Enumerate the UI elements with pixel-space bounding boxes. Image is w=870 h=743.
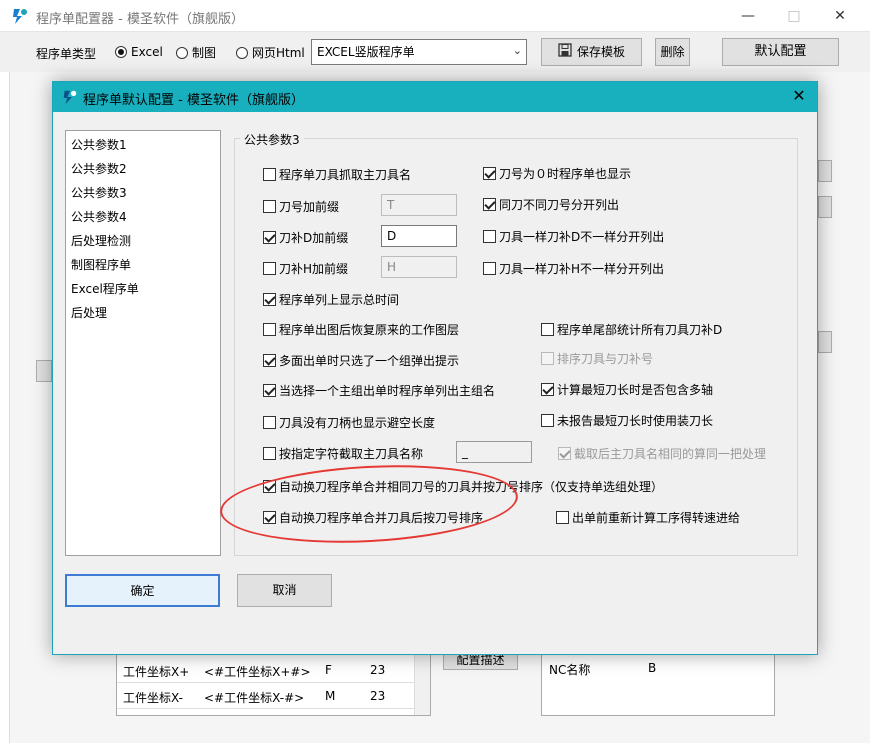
cb-single-main-group[interactable]: 当选择一个主组出单时程序单列出主组名 xyxy=(263,382,495,399)
radio-html[interactable]: 网页Html xyxy=(236,44,305,61)
nav-item-postprocess[interactable]: 后处理 xyxy=(71,304,107,321)
nav-item-postcheck[interactable]: 后处理检测 xyxy=(71,232,131,249)
checkbox-icon[interactable] xyxy=(558,447,571,460)
chevron-down-icon[interactable]: ⌄ xyxy=(513,44,522,57)
default-config-button[interactable]: 默认配置 xyxy=(722,38,839,66)
cb-merge-sort-after[interactable]: 自动换刀程序单合并刀具后按刀号排序 xyxy=(263,509,483,526)
radio-drawing[interactable]: 制图 xyxy=(176,44,216,61)
checkbox-icon[interactable] xyxy=(541,383,554,396)
checkbox-icon[interactable] xyxy=(263,447,276,460)
side-button[interactable] xyxy=(818,331,832,353)
cb-truncate-same-name[interactable]: 截取后主刀具名相同的算同一把处理 xyxy=(558,445,766,462)
cb-same-tool-diff-num-split[interactable]: 同刀不同刀号分开列出 xyxy=(483,196,619,213)
minimize-icon[interactable]: — xyxy=(736,6,760,26)
checkbox-icon[interactable] xyxy=(263,354,276,367)
dialog-title: 程序单默认配置 - 模圣软件（旗舰版） xyxy=(83,93,304,108)
delete-button[interactable]: 删除 xyxy=(655,38,690,66)
checkbox-icon[interactable] xyxy=(263,200,276,213)
checkbox-icon[interactable] xyxy=(263,293,276,306)
checkbox-icon[interactable] xyxy=(263,231,276,244)
cb-no-shortest-use-install[interactable]: 未报告最短刀长时使用装刀长 xyxy=(541,412,713,429)
cb-recalc-spindle-feed[interactable]: 出单前重新计算工序得转速进给 xyxy=(556,509,740,526)
tool-d-prefix-input[interactable]: D xyxy=(381,225,457,247)
side-button[interactable] xyxy=(818,160,832,182)
side-button[interactable] xyxy=(818,196,832,218)
radio-html-icon[interactable] xyxy=(236,46,248,59)
checkbox-icon[interactable] xyxy=(541,323,554,336)
cb-same-tool-diff-h-split[interactable]: 刀具一样刀补H不一样分开列出 xyxy=(483,260,664,277)
cb-show-total-time[interactable]: 程序单列上显示总时间 xyxy=(263,291,399,308)
default-config-dialog: 程序单默认配置 - 模圣软件（旗舰版） ✕ 公共参数1 公共参数2 公共参数3 … xyxy=(52,81,818,655)
nc-name-label: NC名称 xyxy=(549,663,591,677)
checkbox-icon[interactable] xyxy=(541,352,554,365)
checkbox-icon[interactable] xyxy=(263,168,276,181)
checkbox-icon[interactable] xyxy=(483,198,496,211)
main-window-title: 程序单配置器 - 模圣软件（旗舰版） xyxy=(36,12,244,27)
checkbox-icon[interactable] xyxy=(541,414,554,427)
cb-tool-name-from-main[interactable]: 程序单刀具抓取主刀具名 xyxy=(263,166,411,183)
checkbox-icon[interactable] xyxy=(263,262,276,275)
nav-item-common1[interactable]: 公共参数1 xyxy=(71,136,127,153)
side-button[interactable] xyxy=(36,360,52,382)
cb-shortest-tool-multi-axis[interactable]: 计算最短刀长时是否包含多轴 xyxy=(541,381,713,398)
dialog-close-icon[interactable]: ✕ xyxy=(789,86,809,106)
cb-merge-same-tool-sort[interactable]: 自动换刀程序单合并相同刀号的刀具并按刀号排序（仅支持单选组处理） xyxy=(263,478,663,495)
save-disk-icon xyxy=(558,40,572,66)
checkbox-icon[interactable] xyxy=(263,384,276,397)
truncate-char-input[interactable]: _ xyxy=(456,441,532,463)
template-select-value: EXCEL竖版程序单 xyxy=(317,45,415,59)
cb-tool-num-prefix[interactable]: 刀号加前缀 xyxy=(263,198,339,215)
table-row[interactable]: 工件坐标X- <#工件坐标X-#> M 23 xyxy=(117,683,415,709)
tool-h-prefix-input[interactable]: H xyxy=(381,256,457,278)
nc-name-value: B xyxy=(648,661,657,675)
nav-item-common2[interactable]: 公共参数2 xyxy=(71,160,127,177)
cb-same-tool-diff-d-split[interactable]: 刀具一样刀补D不一样分开列出 xyxy=(483,228,664,245)
app-logo-icon xyxy=(10,6,30,26)
maximize-icon[interactable]: □ xyxy=(782,6,806,26)
cb-tool-d-prefix[interactable]: 刀补D加前缀 xyxy=(263,229,348,246)
groupbox-title: 公共参数3 xyxy=(240,131,304,148)
save-template-button[interactable]: 保存模板 xyxy=(541,38,642,66)
radio-excel[interactable]: Excel xyxy=(115,44,163,59)
checkbox-icon[interactable] xyxy=(263,511,276,524)
nc-table: NC名称 B xyxy=(541,650,775,716)
cb-multi-face-prompt[interactable]: 多面出单时只选了一个组弹出提示 xyxy=(263,352,459,369)
cb-truncate-by-char[interactable]: 按指定字符截取主刀具名称 xyxy=(263,445,423,462)
checkbox-icon[interactable] xyxy=(483,167,496,180)
cb-tail-stats-tool-d[interactable]: 程序单尾部统计所有刀具刀补D xyxy=(541,321,722,338)
dialog-logo-icon xyxy=(61,88,79,106)
nav-item-drawing-sheet[interactable]: 制图程序单 xyxy=(71,256,131,273)
radio-excel-icon[interactable] xyxy=(115,45,127,58)
radio-drawing-icon[interactable] xyxy=(176,46,188,59)
cb-no-holder-clearance[interactable]: 刀具没有刀柄也显示避空长度 xyxy=(263,414,435,431)
close-icon[interactable]: ✕ xyxy=(828,6,852,26)
template-select[interactable]: EXCEL竖版程序单 ⌄ xyxy=(311,39,527,65)
cb-tool-num-zero-show[interactable]: 刀号为０时程序单也显示 xyxy=(483,165,631,182)
cb-sort-tool-and-d[interactable]: 排序刀具与刀补号 xyxy=(541,350,653,367)
checkbox-icon[interactable] xyxy=(483,262,496,275)
main-left-strip xyxy=(0,72,10,743)
tool-num-prefix-input[interactable]: T xyxy=(381,194,457,216)
nav-item-common3[interactable]: 公共参数3 xyxy=(71,184,127,201)
nav-list: 公共参数1 公共参数2 公共参数3 公共参数4 后处理检测 制图程序单 Exce… xyxy=(65,130,221,556)
program-type-label: 程序单类型 xyxy=(36,47,97,61)
cb-tool-h-prefix[interactable]: 刀补H加前缀 xyxy=(263,260,348,277)
nav-item-excel-sheet[interactable]: Excel程序单 xyxy=(71,280,139,297)
ok-button[interactable]: 确定 xyxy=(65,574,220,607)
scrollbar[interactable] xyxy=(414,651,430,715)
param-table: 工件坐标X+ <#工件坐标X+#> F 23 工件坐标X- <#工件坐标X-#>… xyxy=(116,650,431,716)
checkbox-icon[interactable] xyxy=(483,230,496,243)
checkbox-icon[interactable] xyxy=(263,323,276,336)
cancel-button[interactable]: 取消 xyxy=(237,574,332,607)
cb-restore-layer[interactable]: 程序单出图后恢复原来的工作图层 xyxy=(263,321,459,338)
table-row[interactable]: 工件坐标X+ <#工件坐标X+#> F 23 xyxy=(117,657,415,683)
checkbox-icon[interactable] xyxy=(263,416,276,429)
checkbox-icon[interactable] xyxy=(263,480,276,493)
checkbox-icon[interactable] xyxy=(556,511,569,524)
nav-item-common4[interactable]: 公共参数4 xyxy=(71,208,127,225)
